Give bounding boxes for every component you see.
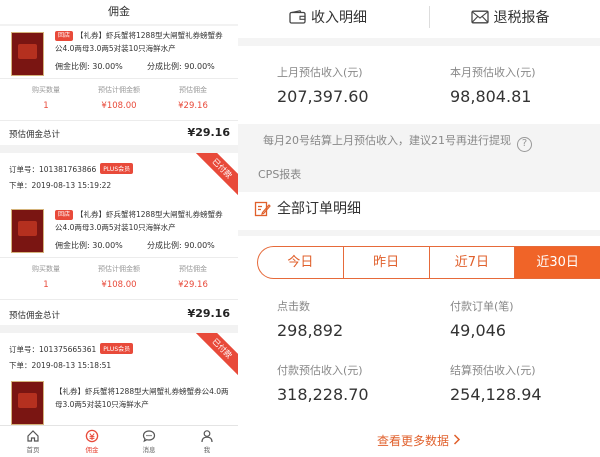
nav-me[interactable]: 我 — [187, 429, 227, 454]
plus-member-badge: PLUS会员 — [100, 163, 134, 174]
product-tag: 回店 — [55, 210, 74, 220]
commission-total: 预估佣金总计 ¥29.16 — [9, 126, 230, 140]
commission-total: 预估佣金总计 ¥29.16 — [9, 307, 230, 321]
commission-rate: 佣金比例: 30.00% — [55, 241, 123, 250]
stat-estimated-amount: 预估计佣金额 ¥108.00 — [98, 86, 140, 111]
stat-quantity: 购买数量 1 — [32, 86, 60, 111]
tab-today[interactable]: 今日 — [258, 247, 344, 278]
report-panel: 收入明细 退税报备 上月预估收入(元) 207,397.60 本月预估收入(元)… — [238, 0, 600, 457]
commission-icon — [85, 429, 99, 443]
tab-last-7-days[interactable]: 近7日 — [430, 247, 516, 278]
divider — [238, 38, 600, 46]
tax-report-button[interactable]: 退税报备 — [420, 0, 600, 34]
nav-commission[interactable]: 佣金 — [72, 429, 112, 454]
divider — [0, 299, 238, 300]
stat-quantity: 购买数量 1 — [32, 265, 60, 290]
wallet-icon — [289, 10, 306, 24]
plus-member-badge: PLUS会员 — [100, 343, 134, 354]
question-icon[interactable]: ? — [517, 137, 532, 152]
product-thumbnail — [11, 381, 44, 425]
paid-income-metric: 付款预估收入(元) 318,228.70 — [277, 364, 369, 404]
all-orders-header[interactable]: 全部订单明细 — [254, 198, 361, 218]
status-ribbon: 已付款 — [194, 333, 238, 377]
last-month-estimate: 上月预估收入(元) 207,397.60 — [277, 66, 369, 106]
view-more-data-link[interactable]: 查看更多数据 — [238, 432, 600, 449]
rates-row: 佣金比例: 30.00% 分成比例: 90.00% — [55, 61, 230, 72]
chevron-right-icon — [453, 434, 461, 445]
commission-panel: 佣金 回店 【礼券】虾兵蟹将1288型大闸蟹礼券螃蟹券公4.0两母3.0两5对装1… — [0, 0, 238, 457]
order-time: 下单：2019-08-13 15:19:22 — [9, 181, 112, 190]
order-number: 订单号：101381763866 PLUS会员 — [9, 163, 134, 175]
product-title[interactable]: 回店 【礼券】虾兵蟹将1288型大闸蟹礼券螃蟹券公4.0两母3.0两5对装10只海… — [55, 208, 230, 234]
rates-row: 佣金比例: 30.00% 分成比例: 90.00% — [55, 240, 230, 251]
order-card[interactable]: 订单号：101375665361 PLUS会员 下单：2019-08-13 15:… — [0, 333, 238, 425]
nav-home[interactable]: 首页 — [13, 429, 53, 454]
product-thumbnail — [11, 209, 44, 253]
order-card[interactable]: 回店 【礼券】虾兵蟹将1288型大闸蟹礼券螃蟹券公4.0两母3.0两5对装10只海… — [0, 26, 238, 145]
clicks-metric: 点击数 298,892 — [277, 300, 344, 340]
product-title[interactable]: 【礼券】虾兵蟹将1288型大闸蟹礼券螃蟹券公4.0两母3.0两5对装10只海鲜水… — [55, 385, 230, 411]
user-icon — [201, 430, 213, 443]
share-rate: 分成比例: 90.00% — [147, 62, 215, 71]
edit-icon — [254, 201, 271, 216]
settled-income-metric: 结算预估收入(元) 254,128.94 — [450, 364, 542, 404]
divider — [0, 120, 238, 121]
message-icon — [142, 430, 156, 443]
envelope-icon — [470, 10, 489, 24]
commission-page-title: 佣金 — [0, 0, 238, 24]
commission-total-value: ¥29.16 — [187, 126, 230, 139]
stat-estimated-commission: 预估佣金 ¥29.16 — [178, 265, 208, 290]
nav-messages[interactable]: 消息 — [129, 429, 169, 454]
commission-total-value: ¥29.16 — [187, 307, 230, 320]
settlement-hint: 每月20号结算上月预估收入，建议21号再进行提现? — [238, 124, 600, 158]
share-rate: 分成比例: 90.00% — [147, 241, 215, 250]
income-detail-button[interactable]: 收入明细 — [238, 0, 418, 34]
paid-orders-metric: 付款订单(笔) 49,046 — [450, 300, 514, 340]
this-month-estimate: 本月预估收入(元) 98,804.81 — [450, 66, 536, 106]
order-number: 订单号：101375665361 PLUS会员 — [9, 343, 134, 355]
status-ribbon: 已付款 — [194, 153, 238, 197]
bottom-nav: 首页 佣金 消息 我 — [0, 425, 238, 457]
stat-estimated-commission: 预估佣金 ¥29.16 — [178, 86, 208, 111]
date-range-tabs: 今日 昨日 近7日 近30日 — [257, 246, 600, 279]
cps-report-label: CPS报表 — [238, 158, 600, 192]
divider — [238, 230, 600, 236]
divider — [0, 257, 238, 258]
product-tag: 回店 — [55, 31, 74, 41]
order-card[interactable]: 订单号：101381763866 PLUS会员 下单：2019-08-13 15:… — [0, 153, 238, 325]
divider — [0, 78, 238, 79]
product-title[interactable]: 回店 【礼券】虾兵蟹将1288型大闸蟹礼券螃蟹券公4.0两母3.0两5对装10只海… — [55, 29, 230, 55]
commission-rate: 佣金比例: 30.00% — [55, 62, 123, 71]
tab-yesterday[interactable]: 昨日 — [344, 247, 430, 278]
stat-estimated-amount: 预估计佣金额 ¥108.00 — [98, 265, 140, 290]
product-thumbnail — [11, 32, 44, 76]
tab-last-30-days[interactable]: 近30日 — [515, 247, 600, 278]
order-time: 下单：2019-08-13 15:18:51 — [9, 361, 112, 370]
home-icon — [27, 430, 39, 442]
